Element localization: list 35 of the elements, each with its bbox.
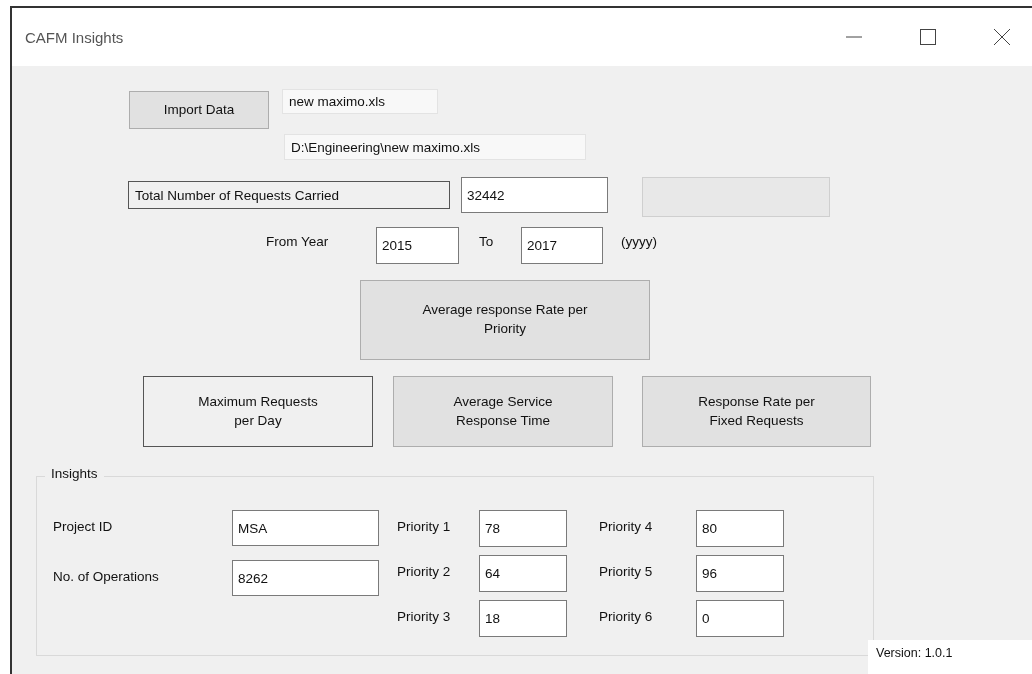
priority-field[interactable]: 80 [696,510,784,547]
report-button[interactable]: Maximum Requests per Day [143,376,373,447]
priority-field[interactable]: 0 [696,600,784,637]
insight-field[interactable]: 8262 [232,560,379,596]
from-year-field[interactable]: 2015 [376,227,459,264]
version-label: Version: 1.0.1 [868,640,1032,674]
format-hint: (yyyy) [621,234,657,249]
file-path-label: D:\Engineering\new maximo.xls [284,134,586,160]
total-requests-field[interactable]: 32442 [461,177,608,213]
priority-label: Priority 2 [397,564,451,579]
to-year-field[interactable]: 2017 [521,227,603,264]
window-title: CAFM Insights [25,28,124,46]
close-icon[interactable] [994,29,1010,45]
group-title: Insights [45,466,104,481]
priority-field[interactable]: 64 [479,555,567,592]
priority-label: Priority 3 [397,609,451,624]
report-button[interactable]: Average Service Response Time [393,376,613,447]
import-data-button[interactable]: Import Data [129,91,269,129]
priority-label: Priority 6 [599,609,653,624]
priority-field[interactable]: 96 [696,555,784,592]
total-requests-label: Total Number of Requests Carried [128,181,450,209]
priority-field[interactable]: 78 [479,510,567,547]
maximize-icon[interactable] [920,29,936,45]
to-label: To [479,234,494,249]
field-label: Project ID [53,519,113,534]
priority-label: Priority 4 [599,519,653,534]
file-name-label: new maximo.xls [282,89,438,114]
average-response-rate-button[interactable]: Average response Rate per Priority [360,280,650,360]
insight-field[interactable]: MSA [232,510,379,546]
field-label: No. of Operations [53,569,159,584]
report-button[interactable]: Response Rate per Fixed Requests [642,376,871,447]
priority-field[interactable]: 18 [479,600,567,637]
from-year-label: From Year [266,234,329,249]
priority-label: Priority 1 [397,519,451,534]
priority-label: Priority 5 [599,564,653,579]
